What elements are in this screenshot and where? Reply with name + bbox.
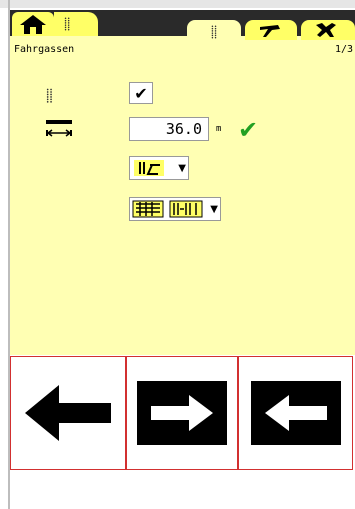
- page-indicator: 1/3: [334, 44, 353, 55]
- track-width-input[interactable]: 36.0: [129, 117, 209, 141]
- back-button[interactable]: [10, 356, 126, 470]
- wrench-settings-icon: [316, 23, 336, 37]
- arrow-right-icon: [137, 381, 227, 445]
- page-title: Fahrgassen: [14, 44, 75, 55]
- page-header: Fahrgassen 1/3: [10, 40, 355, 58]
- tab-tool[interactable]: [245, 20, 297, 40]
- checkmark-icon: ✔: [134, 83, 148, 103]
- tramline-mode-icon: [134, 160, 164, 176]
- track-width-icon: [46, 120, 72, 137]
- tramline-mode-dropdown[interactable]: ▼: [129, 156, 189, 180]
- tool-icon: [260, 25, 280, 37]
- home-button[interactable]: [12, 12, 54, 36]
- home-icon: [20, 15, 46, 34]
- top-border: [0, 0, 355, 8]
- previous-button[interactable]: [238, 356, 353, 470]
- confirm-icon[interactable]: ✔: [238, 116, 258, 144]
- tramline-rhythm-dropdown[interactable]: ▼: [129, 197, 221, 221]
- track-width-value: 36.0: [165, 120, 202, 138]
- tramline-rhythm-icon: [132, 200, 203, 218]
- tramlines-icon: ⸽⸽: [210, 24, 218, 39]
- arrow-left-icon: [25, 385, 111, 441]
- chevron-down-icon: ▼: [210, 203, 218, 215]
- track-width-unit: m: [216, 124, 222, 134]
- chevron-down-icon: ▼: [178, 162, 186, 174]
- tramlines-icon: ⸽⸽: [64, 17, 71, 31]
- arrow-left-icon: [250, 381, 341, 445]
- tab-tramlines[interactable]: ⸽⸽: [187, 20, 241, 42]
- tramline-enable-checkbox[interactable]: ✔: [129, 82, 153, 104]
- settings-panel: [10, 10, 355, 355]
- tramlines-icon: ⸽⸽: [46, 89, 53, 104]
- tab-settings[interactable]: [301, 20, 355, 40]
- nav-button-row: [10, 356, 353, 470]
- next-button[interactable]: [126, 356, 238, 470]
- tramline-shortcut-tab[interactable]: ⸽⸽: [54, 12, 98, 36]
